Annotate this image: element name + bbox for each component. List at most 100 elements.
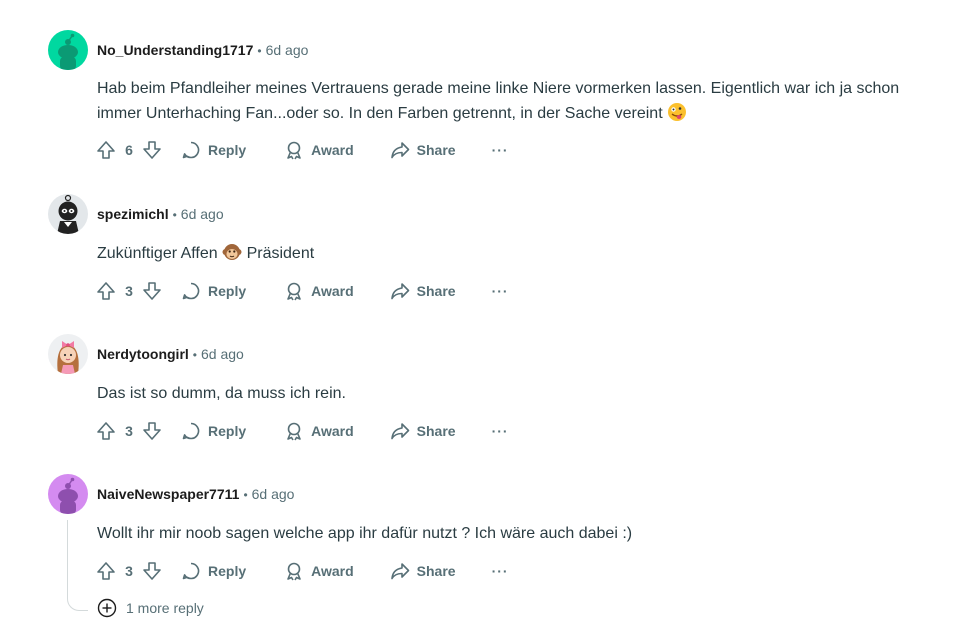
reply-button[interactable]: Reply bbox=[181, 281, 246, 301]
comment-actions: 3 Reply Award Share ··· bbox=[95, 557, 509, 585]
username[interactable]: spezimichl bbox=[97, 206, 169, 222]
comment-meta: spezimichl • 6d ago bbox=[97, 204, 224, 225]
timestamp[interactable]: 6d ago bbox=[201, 346, 244, 362]
share-icon bbox=[390, 142, 409, 159]
share-label: Share bbox=[416, 423, 456, 439]
comment-body: Hab beim Pfandleiher meines Vertrauens g… bbox=[97, 76, 947, 126]
reply-label: Reply bbox=[208, 142, 247, 158]
downvote-icon bbox=[143, 422, 161, 440]
comment-text: Wollt ihr mir noob sagen welche app ihr … bbox=[97, 525, 633, 542]
timestamp[interactable]: 6d ago bbox=[181, 206, 224, 222]
comment-meta: No_Understanding1717 • 6d ago bbox=[97, 40, 308, 61]
comment-text: Hab beim Pfandleiher meines Vertrauens g… bbox=[97, 80, 900, 122]
vote-count: 3 bbox=[125, 423, 133, 439]
share-button[interactable]: Share bbox=[390, 561, 456, 581]
award-label: Award bbox=[311, 563, 354, 579]
downvote-button[interactable] bbox=[141, 420, 163, 442]
downvote-button[interactable] bbox=[141, 139, 163, 161]
comment-text-before: Zukünftiger Affen bbox=[97, 245, 218, 262]
more-options-button[interactable]: ··· bbox=[492, 423, 509, 439]
comment-actions: 3 Reply Award Share ··· bbox=[95, 417, 509, 445]
share-button[interactable]: Share bbox=[390, 281, 456, 301]
vote-count: 3 bbox=[125, 563, 133, 579]
downvote-icon bbox=[143, 282, 161, 300]
vote-count: 3 bbox=[125, 283, 133, 299]
share-button[interactable]: Share bbox=[390, 140, 456, 160]
award-label: Award bbox=[311, 283, 354, 299]
comment-icon bbox=[182, 141, 200, 159]
avatar[interactable] bbox=[48, 30, 88, 70]
plus-circle-icon bbox=[97, 598, 117, 618]
avatar[interactable] bbox=[48, 334, 88, 374]
share-icon bbox=[390, 563, 409, 580]
award-label: Award bbox=[311, 142, 354, 158]
separator-dot: • bbox=[172, 208, 177, 222]
comment-actions: 3 Reply Award Share ··· bbox=[95, 277, 509, 305]
upvote-button[interactable] bbox=[95, 420, 117, 442]
timestamp[interactable]: 6d ago bbox=[252, 486, 295, 502]
thread-connector-line bbox=[67, 520, 88, 611]
reply-button[interactable]: Reply bbox=[181, 140, 246, 160]
more-options-button[interactable]: ··· bbox=[492, 283, 509, 299]
comment-actions: 6 Reply Award Share ··· bbox=[95, 136, 509, 164]
comment-text: Das ist so dumm, da muss ich rein. bbox=[97, 385, 346, 402]
separator-dot: • bbox=[192, 348, 197, 362]
award-button[interactable]: Award bbox=[284, 281, 354, 301]
username[interactable]: NaiveNewspaper7711 bbox=[97, 486, 239, 502]
comment-icon bbox=[182, 282, 200, 300]
comment-text-after: Präsident bbox=[246, 245, 315, 262]
upvote-icon bbox=[97, 282, 115, 300]
avatar[interactable] bbox=[48, 474, 88, 514]
separator-dot: • bbox=[243, 488, 248, 502]
avatar[interactable] bbox=[48, 194, 88, 234]
comment-body: Wollt ihr mir noob sagen welche app ihr … bbox=[97, 521, 947, 546]
share-label: Share bbox=[416, 563, 456, 579]
share-button[interactable]: Share bbox=[390, 421, 456, 441]
vote-count: 6 bbox=[125, 142, 133, 158]
comment-icon bbox=[182, 422, 200, 440]
separator-dot: • bbox=[257, 44, 262, 58]
zany-face-icon bbox=[667, 102, 687, 122]
username[interactable]: Nerdytoongirl bbox=[97, 346, 189, 362]
upvote-icon bbox=[97, 422, 115, 440]
share-label: Share bbox=[416, 142, 456, 158]
award-icon bbox=[287, 141, 301, 160]
more-replies-button[interactable]: 1 more reply bbox=[97, 598, 204, 618]
upvote-button[interactable] bbox=[95, 280, 117, 302]
downvote-icon bbox=[143, 562, 161, 580]
share-icon bbox=[390, 423, 409, 440]
upvote-icon bbox=[97, 141, 115, 159]
downvote-icon bbox=[143, 141, 161, 159]
comment-body: Das ist so dumm, da muss ich rein. bbox=[97, 381, 947, 406]
comment-meta: NaiveNewspaper7711 • 6d ago bbox=[97, 484, 294, 505]
reply-label: Reply bbox=[208, 423, 247, 439]
award-button[interactable]: Award bbox=[284, 140, 354, 160]
comment-body: Zukünftiger Affen Präsident bbox=[97, 241, 947, 266]
reply-button[interactable]: Reply bbox=[181, 421, 246, 441]
award-button[interactable]: Award bbox=[284, 561, 354, 581]
comment-meta: Nerdytoongirl • 6d ago bbox=[97, 344, 244, 365]
award-icon bbox=[287, 422, 301, 441]
username[interactable]: No_Understanding1717 bbox=[97, 42, 253, 58]
monkey-face-icon bbox=[222, 242, 242, 262]
downvote-button[interactable] bbox=[141, 280, 163, 302]
more-options-button[interactable]: ··· bbox=[492, 142, 509, 158]
award-label: Award bbox=[311, 423, 354, 439]
reply-button[interactable]: Reply bbox=[181, 561, 246, 581]
reply-label: Reply bbox=[208, 563, 247, 579]
comment-thread: No_Understanding1717 • 6d ago Hab beim Pfa… bbox=[0, 0, 960, 640]
downvote-button[interactable] bbox=[141, 560, 163, 582]
share-icon bbox=[390, 283, 409, 300]
award-icon bbox=[287, 562, 301, 581]
upvote-button[interactable] bbox=[95, 139, 117, 161]
timestamp[interactable]: 6d ago bbox=[266, 42, 309, 58]
upvote-icon bbox=[97, 562, 115, 580]
more-options-button[interactable]: ··· bbox=[492, 563, 509, 579]
share-label: Share bbox=[416, 283, 456, 299]
comment-icon bbox=[182, 562, 200, 580]
award-button[interactable]: Award bbox=[284, 421, 354, 441]
award-icon bbox=[287, 282, 301, 301]
upvote-button[interactable] bbox=[95, 560, 117, 582]
reply-label: Reply bbox=[208, 283, 247, 299]
more-replies-label: 1 more reply bbox=[126, 600, 204, 616]
